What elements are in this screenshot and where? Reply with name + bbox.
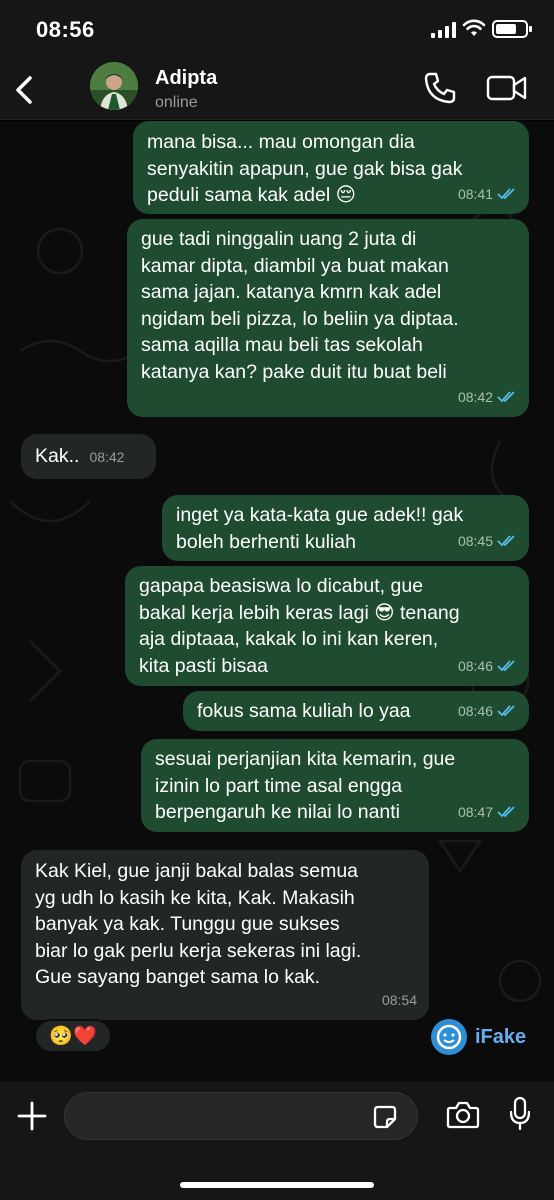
- chat-area[interactable]: mana bisa... mau omongan dia senyakitin …: [0, 121, 554, 1082]
- message-bubble[interactable]: Kak Kiel, gue janji bakal balas semua yg…: [21, 850, 429, 1020]
- read-ticks-icon: [497, 188, 515, 200]
- video-call-icon[interactable]: [486, 72, 528, 104]
- back-button[interactable]: [6, 70, 42, 110]
- read-ticks-icon: [497, 660, 515, 672]
- message-time: 08:54: [381, 991, 417, 1008]
- message-bubble[interactable]: mana bisa... mau omongan dia senyakitin …: [133, 121, 529, 214]
- message-reaction[interactable]: 🥺❤️: [34, 1019, 112, 1053]
- ifake-watermark: iFake: [431, 1019, 526, 1055]
- battery-icon: [492, 20, 532, 38]
- message-time: 08:41: [457, 185, 493, 202]
- sticker-icon[interactable]: [372, 1104, 398, 1130]
- message-bubble[interactable]: Kak.. 08:42: [21, 434, 156, 479]
- message-bubble[interactable]: gue tadi ninggalin uang 2 juta di kamar …: [127, 219, 529, 417]
- wifi-icon: [462, 19, 486, 36]
- message-time: 08:42: [457, 388, 493, 405]
- contact-name[interactable]: Adipta: [155, 67, 217, 90]
- message-bubble[interactable]: sesuai perjanjian kita kemarin, gue izin…: [141, 739, 529, 832]
- avatar[interactable]: [90, 62, 138, 110]
- ifake-logo-icon: [431, 1019, 467, 1055]
- message-meta: 08:41: [458, 181, 517, 208]
- avatar-image: [90, 62, 138, 110]
- read-ticks-icon: [497, 806, 515, 818]
- message-text: Kak..: [35, 445, 80, 467]
- message-time: 08:46: [457, 657, 493, 674]
- message-text: fokus sama kuliah lo yaa: [197, 700, 411, 722]
- message-input-bar: [0, 1082, 554, 1200]
- camera-icon[interactable]: [446, 1100, 480, 1130]
- phone-call-icon[interactable]: [422, 70, 458, 106]
- message-bubble[interactable]: gapapa beasiswa lo dicabut, gue bakal ke…: [125, 566, 529, 686]
- message-meta: 08:42: [458, 384, 517, 411]
- status-bar: 08:56: [0, 0, 554, 58]
- status-time: 08:56: [36, 17, 95, 42]
- read-ticks-icon: [497, 705, 515, 717]
- message-meta: 08:47: [458, 799, 517, 826]
- message-meta: 08:54: [382, 987, 417, 1014]
- plus-icon[interactable]: [16, 1100, 48, 1132]
- message-time: 08:42: [89, 449, 125, 465]
- contact-status: online: [155, 94, 198, 111]
- read-ticks-icon: [497, 535, 515, 547]
- message-text: gue tadi ninggalin uang 2 juta di kamar …: [141, 228, 459, 383]
- message-time: 08:46: [457, 702, 493, 719]
- message-input[interactable]: [64, 1092, 418, 1140]
- message-time: 08:47: [457, 803, 493, 820]
- message-time: 08:45: [457, 532, 493, 549]
- chat-header: Adipta online: [0, 58, 554, 120]
- read-ticks-icon: [497, 391, 515, 403]
- home-indicator: [180, 1182, 374, 1188]
- message-meta: 08:46: [458, 653, 517, 680]
- ifake-label: iFake: [475, 1025, 527, 1048]
- microphone-icon[interactable]: [508, 1096, 532, 1132]
- message-bubble[interactable]: fokus sama kuliah lo yaa 08:46: [183, 691, 529, 731]
- signal-icon: [431, 22, 457, 38]
- message-bubble[interactable]: inget ya kata-kata gue adek!! gak boleh …: [162, 495, 529, 561]
- message-meta: 08:46: [458, 698, 517, 725]
- message-text: Kak Kiel, gue janji bakal balas semua yg…: [35, 860, 362, 988]
- message-meta: 08:45: [458, 528, 517, 555]
